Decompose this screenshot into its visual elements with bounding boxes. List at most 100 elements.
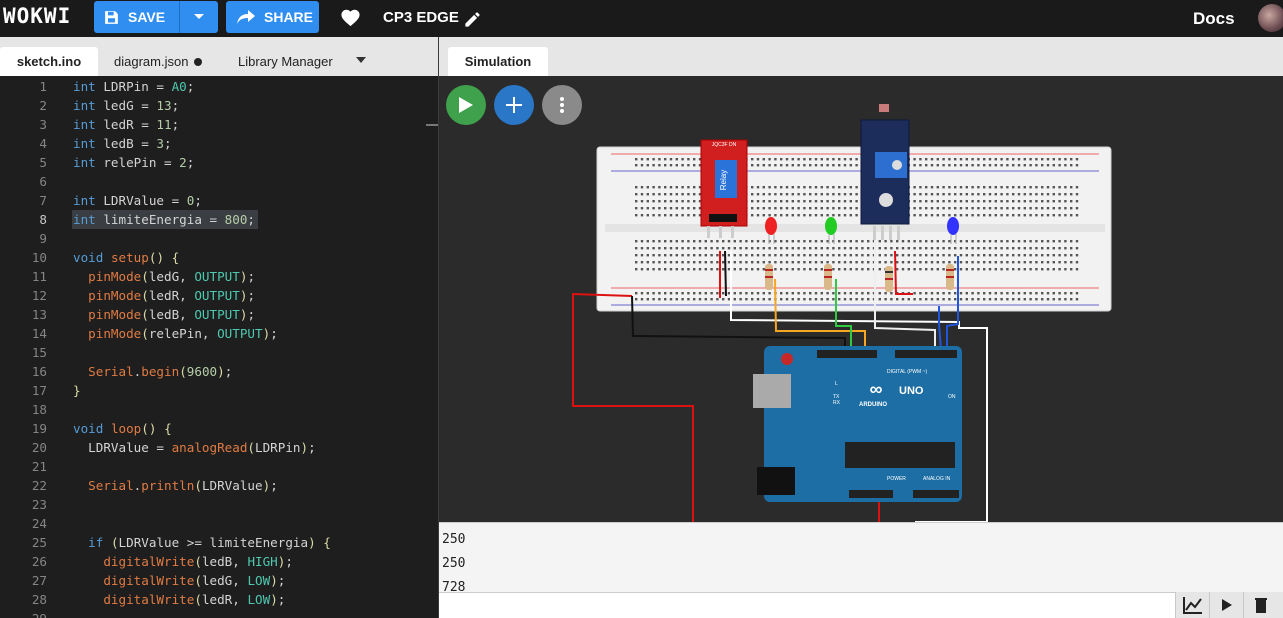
code-line[interactable]: 24 (0, 514, 438, 533)
line-number: 2 (39, 98, 47, 113)
code-text: int LDRValue = 0; (73, 193, 202, 208)
share-button[interactable]: SHARE (226, 1, 319, 33)
code-line[interactable]: 5 int relePin = 2; (0, 153, 438, 172)
code-line[interactable]: 9 (0, 229, 438, 248)
analog-label: ANALOG IN (923, 476, 951, 482)
save-options-button[interactable] (180, 1, 218, 33)
user-avatar[interactable] (1258, 4, 1283, 32)
line-number: 20 (31, 440, 47, 455)
code-line[interactable]: 23 (0, 495, 438, 514)
tab-diagram-json[interactable]: diagram.json (114, 47, 203, 76)
rx-label: RX (833, 400, 841, 406)
arduino-model-label: UNO (899, 385, 924, 397)
code-line[interactable]: 27 digitalWrite(ledG, LOW); (0, 571, 438, 590)
play-icon (1221, 599, 1232, 611)
code-line[interactable]: 21 (0, 457, 438, 476)
line-number: 17 (31, 383, 47, 398)
tab-sketch-ino[interactable]: sketch.ino (0, 47, 98, 76)
code-line[interactable]: 14 pinMode(relePin, OUTPUT); (0, 324, 438, 343)
code-text: int LDRPin = A0; (73, 79, 195, 94)
breadboard[interactable] (596, 146, 1112, 312)
arduino-uno-board[interactable]: ∞ UNO ARDUINO DIGITAL (PWM ~) POWER ANAL… (753, 346, 962, 502)
code-text: LDRValue = analogRead(LDRPin); (73, 440, 316, 455)
code-text: int limiteEnergia = 800; (73, 212, 255, 227)
code-line[interactable]: 7 int LDRValue = 0; (0, 191, 438, 210)
code-line[interactable]: 26 digitalWrite(ledB, HIGH); (0, 552, 438, 571)
share-label: SHARE (264, 9, 314, 25)
line-number: 14 (31, 326, 47, 341)
code-text: pinMode(ledB, OUTPUT); (88, 307, 256, 322)
code-text: digitalWrite(ledR, LOW); (103, 592, 286, 607)
code-line[interactable]: 20 LDRValue = analogRead(LDRPin); (0, 438, 438, 457)
on-label: ON (948, 394, 956, 400)
code-line[interactable]: 10 void setup() { (0, 248, 438, 267)
code-line[interactable]: 6 (0, 172, 438, 191)
code-text: int ledR = 11; (73, 117, 180, 132)
wokwi-logo[interactable]: WOKWI (3, 4, 71, 28)
docs-link[interactable]: Docs (1193, 9, 1235, 29)
heart-icon[interactable] (340, 8, 361, 27)
code-line[interactable]: 25 if (LDRValue >= limiteEnergia) { (0, 533, 438, 552)
editor-tab-bar: sketch.ino diagram.json Library Manager (0, 37, 438, 76)
line-number: 7 (39, 193, 47, 208)
code-line[interactable]: 13 pinMode(ledB, OUTPUT); (0, 305, 438, 324)
relay-module[interactable]: Relay JQC3F DN (700, 139, 748, 238)
code-line[interactable]: 12 pinMode(ledR, OUTPUT); (0, 286, 438, 305)
line-number: 10 (31, 250, 47, 265)
line-number: 9 (39, 231, 47, 246)
code-text: digitalWrite(ledB, HIGH); (103, 554, 293, 569)
code-line[interactable]: 3 int ledR = 11; (0, 115, 438, 134)
line-number: 15 (31, 345, 47, 360)
code-line[interactable]: 28 digitalWrite(ledR, LOW); (0, 590, 438, 609)
code-line[interactable]: 16 Serial.begin(9600); (0, 362, 438, 381)
code-line[interactable]: 2 int ledG = 13; (0, 96, 438, 115)
trash-icon (1254, 598, 1267, 613)
arduino-brand-label: ARDUINO (859, 402, 887, 408)
code-text: pinMode(ledG, OUTPUT); (88, 269, 256, 284)
tab-library-manager[interactable]: Library Manager (238, 47, 333, 76)
serial-line: 250 (442, 532, 466, 547)
code-line[interactable]: 8 int limiteEnergia = 800; (0, 210, 438, 229)
tab-simulation[interactable]: Simulation (448, 47, 548, 76)
code-line[interactable]: 17} (0, 381, 438, 400)
serial-play-button[interactable] (1209, 592, 1243, 618)
ldr-sensor-module[interactable] (860, 104, 910, 240)
line-number: 4 (39, 136, 47, 151)
line-number: 19 (31, 421, 47, 436)
code-line[interactable]: 18 (0, 400, 438, 419)
serial-input-field[interactable] (439, 592, 1283, 618)
tab-menu-chevron-icon[interactable] (356, 57, 366, 63)
save-button[interactable]: SAVE (94, 1, 179, 33)
code-text: int relePin = 2; (73, 155, 195, 170)
power-label: POWER (887, 476, 906, 482)
code-text: void setup() { (73, 250, 180, 265)
line-number: 8 (39, 212, 47, 227)
pencil-icon[interactable] (463, 10, 482, 29)
code-line[interactable]: 19 void loop() { (0, 419, 438, 438)
serial-monitor[interactable]: 250 250 728 (439, 522, 1283, 592)
unsaved-dot-icon (194, 57, 203, 66)
code-text: int ledB = 3; (73, 136, 172, 151)
serial-toolbar (1175, 592, 1283, 618)
code-line[interactable]: 4 int ledB = 3; (0, 134, 438, 153)
chevron-down-icon (194, 14, 204, 19)
code-line[interactable]: 1 int LDRPin = A0; (0, 77, 438, 96)
code-line[interactable]: 11 pinMode(ledG, OUTPUT); (0, 267, 438, 286)
code-text: } (73, 383, 81, 398)
relay-label: Relay (719, 170, 728, 190)
code-line[interactable]: 22 Serial.println(LDRValue); (0, 476, 438, 495)
line-number: 23 (31, 497, 47, 512)
code-editor[interactable]: 1 int LDRPin = A0; 2 int ledG = 13; 3 int led… (0, 76, 438, 618)
simulation-canvas[interactable]: Relay JQC3F DN ∞ UNO ARDUINO DIGITAL (PW… (439, 76, 1283, 522)
project-title[interactable]: CP3 EDGE (383, 9, 459, 26)
code-text: pinMode(ledR, OUTPUT); (88, 288, 256, 303)
code-line[interactable]: 29 (0, 609, 438, 618)
top-bar: WOKWI SAVE SHARE CP3 EDGE Docs (0, 0, 1283, 37)
code-line[interactable]: 15 (0, 343, 438, 362)
clear-serial-button[interactable] (1243, 592, 1277, 618)
line-number: 28 (31, 592, 47, 607)
serial-line: 250 (442, 556, 466, 571)
plotter-button[interactable] (1175, 592, 1209, 618)
simulation-tab-bar: Simulation (439, 37, 1283, 76)
tab-label: Library Manager (238, 54, 333, 69)
